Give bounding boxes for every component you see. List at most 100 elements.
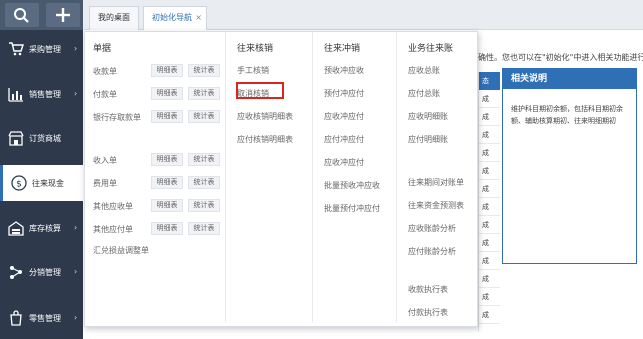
sidebar-item-store[interactable]: 订货商城 <box>0 120 83 156</box>
related-info-panel: 相关说明 维护科目期初余额，包括科目期初余额、辅助核算期初、往来明细期初 <box>502 68 637 264</box>
warehouse-icon <box>8 221 24 236</box>
summary-report-button[interactable]: 统计表 <box>188 87 220 100</box>
status-cell: 成 <box>479 180 500 198</box>
summary-report-button[interactable]: 统计表 <box>188 153 220 166</box>
menu-item-payable-writeoff-detail[interactable]: 应付核销明细表 <box>237 134 293 145</box>
sidebar-item-sales[interactable]: 销售管理 › <box>0 76 83 112</box>
status-cell: 成 <box>479 126 500 144</box>
menu-column-header: 业务往来账 <box>408 44 454 54</box>
sidebar-toolbar <box>0 0 83 30</box>
menu-item-offset[interactable]: 应付冲应付 <box>324 134 364 145</box>
chevron-right-icon: › <box>74 267 78 276</box>
detail-report-button[interactable]: 明细表 <box>151 87 183 100</box>
chevron-right-icon: › <box>74 89 78 98</box>
tab-init-nav[interactable]: 初始化导航 × <box>143 6 207 30</box>
add-button[interactable] <box>46 3 80 27</box>
menu-item-manual-writeoff[interactable]: 手工核销 <box>237 65 269 76</box>
menu-item-batch-offset-receivable[interactable]: 批量预收冲应收 <box>324 180 380 191</box>
status-cell: 成 <box>479 198 500 216</box>
menu-item-receivable-ledger[interactable]: 应收总账 <box>408 65 440 76</box>
menu-item-payable-ledger[interactable]: 应付总账 <box>408 88 440 99</box>
menu-item-offset[interactable]: 应收冲应付 <box>324 111 364 122</box>
status-cell: 成 <box>479 252 500 270</box>
menu-item-offset[interactable]: 预收冲应收 <box>324 65 364 76</box>
chevron-right-icon: › <box>74 313 78 322</box>
menu-item-payable-aging[interactable]: 应付账龄分析 <box>408 246 456 257</box>
retail-bag-icon <box>10 310 22 326</box>
store-icon <box>8 131 24 146</box>
detail-report-button[interactable]: 明细表 <box>151 176 183 189</box>
status-cell: 成 <box>479 216 500 234</box>
menu-item-bank-deposit[interactable]: 银行存取款单 <box>93 112 141 123</box>
menu-column-offset: 往来冲销 预收冲应收 预付冲应付 应收冲应付 应付冲应付 应收冲应付 批量预收冲… <box>312 32 396 322</box>
chevron-right-icon: › <box>74 223 78 232</box>
menu-item-receipt-execution[interactable]: 收款执行表 <box>408 284 448 295</box>
cart-icon <box>9 42 24 56</box>
menu-item-offset[interactable]: 预付冲应付 <box>324 88 364 99</box>
menu-item-period-statement[interactable]: 往来期间对账单 <box>408 177 464 188</box>
sidebar-item-inventory[interactable]: 库存核算 › <box>0 210 83 246</box>
svg-text:$: $ <box>16 180 22 190</box>
menu-item-receivable-aging[interactable]: 应收账龄分析 <box>408 223 456 234</box>
menu-column-header: 往来冲销 <box>324 44 361 54</box>
menu-item-receivable-detail[interactable]: 应收明细账 <box>408 111 448 122</box>
menu-item-batch-offset-payable[interactable]: 批量预付冲应付 <box>324 203 380 214</box>
summary-report-button[interactable]: 统计表 <box>188 222 220 235</box>
sidebar-item-label: 分销管理 <box>29 268 61 277</box>
menu-column-header: 单据 <box>93 44 112 54</box>
summary-report-button[interactable]: 统计表 <box>188 64 220 77</box>
menu-item-other-receivable[interactable]: 其他应收单 <box>93 201 133 212</box>
menu-item-payment-execution[interactable]: 付款执行表 <box>408 307 448 318</box>
summary-report-button[interactable]: 统计表 <box>188 110 220 123</box>
sidebar-item-retail[interactable]: 零售管理 › <box>0 300 83 336</box>
detail-report-button[interactable]: 明细表 <box>151 199 183 212</box>
related-info-body: 维护科目期初余额，包括科目期初余额、辅助核算期初、往来明细期初 <box>511 105 623 125</box>
sidebar-item-purchase[interactable]: 采购管理 › <box>0 31 83 67</box>
sidebar-item-label: 往来现金 <box>32 179 64 188</box>
menu-item-receipt[interactable]: 收款单 <box>93 66 117 77</box>
menu-column-writeoff: 往来核销 手工核销 取消核销 应收核销明细表 应付核销明细表 <box>225 32 312 322</box>
detail-report-button[interactable]: 明细表 <box>151 153 183 166</box>
status-cell: 成 <box>479 162 500 180</box>
status-cell: 成 <box>479 90 500 108</box>
status-column: 态 成 成 成 成 成 成 成 成 成 成 成 成 成 <box>478 72 500 332</box>
detail-report-button[interactable]: 明细表 <box>151 64 183 77</box>
sidebar-item-distribution[interactable]: 分销管理 › <box>0 254 83 290</box>
menu-item-receivable-writeoff-detail[interactable]: 应收核销明细表 <box>237 111 293 122</box>
status-cell: 成 <box>479 270 500 288</box>
menu-item-cash-forecast[interactable]: 往来资金预测表 <box>408 200 464 211</box>
sidebar: 采购管理 › 销售管理 › 订货商城 $ 往来现金 库存核算 › 分销管理 › … <box>0 0 83 339</box>
chevron-right-icon: › <box>74 44 78 53</box>
highlight-box <box>236 82 284 99</box>
related-info-title: 相关说明 <box>503 69 636 89</box>
search-button[interactable] <box>5 3 39 27</box>
menu-item-payment[interactable]: 付款单 <box>93 89 117 100</box>
tab-label: 初始化导航 <box>152 13 192 22</box>
sidebar-item-label: 采购管理 <box>29 45 61 54</box>
status-cell: 成 <box>479 234 500 252</box>
summary-report-button[interactable]: 统计表 <box>188 199 220 212</box>
init-hint-text: 确性。您也可以在"初始化"中进入相关功能进行操作 <box>478 53 643 62</box>
status-column-header: 态 <box>479 72 500 90</box>
status-cell: 成 <box>479 108 500 126</box>
status-cell: 成 <box>479 306 500 324</box>
distribution-icon <box>10 266 22 279</box>
plus-icon <box>56 8 70 22</box>
menu-item-income[interactable]: 收入单 <box>93 155 117 166</box>
menu-item-payable-detail[interactable]: 应付明细账 <box>408 134 448 145</box>
status-cell: 成 <box>479 144 500 162</box>
sidebar-item-label: 零售管理 <box>29 314 61 323</box>
menu-item-fx-adjustment[interactable]: 汇兑损益调整单 <box>93 245 149 256</box>
sidebar-item-label: 库存核算 <box>29 224 61 233</box>
detail-report-button[interactable]: 明细表 <box>151 222 183 235</box>
close-icon[interactable]: × <box>195 7 202 29</box>
tab-my-desktop[interactable]: 我的桌面 <box>89 6 139 30</box>
menu-item-expense[interactable]: 费用单 <box>93 178 117 189</box>
detail-report-button[interactable]: 明细表 <box>151 110 183 123</box>
menu-item-other-payable[interactable]: 其他应付单 <box>93 224 133 235</box>
menu-column-documents: 单据 收款单 明细表 统计表 付款单 明细表 统计表 银行存取款单 明细表 统计… <box>85 32 225 322</box>
summary-report-button[interactable]: 统计表 <box>188 176 220 189</box>
cash-dropdown-menu: 单据 收款单 明细表 统计表 付款单 明细表 统计表 银行存取款单 明细表 统计… <box>84 31 478 327</box>
sidebar-item-cash[interactable]: $ 往来现金 <box>0 165 83 201</box>
menu-item-offset[interactable]: 应收冲应付 <box>324 157 364 168</box>
